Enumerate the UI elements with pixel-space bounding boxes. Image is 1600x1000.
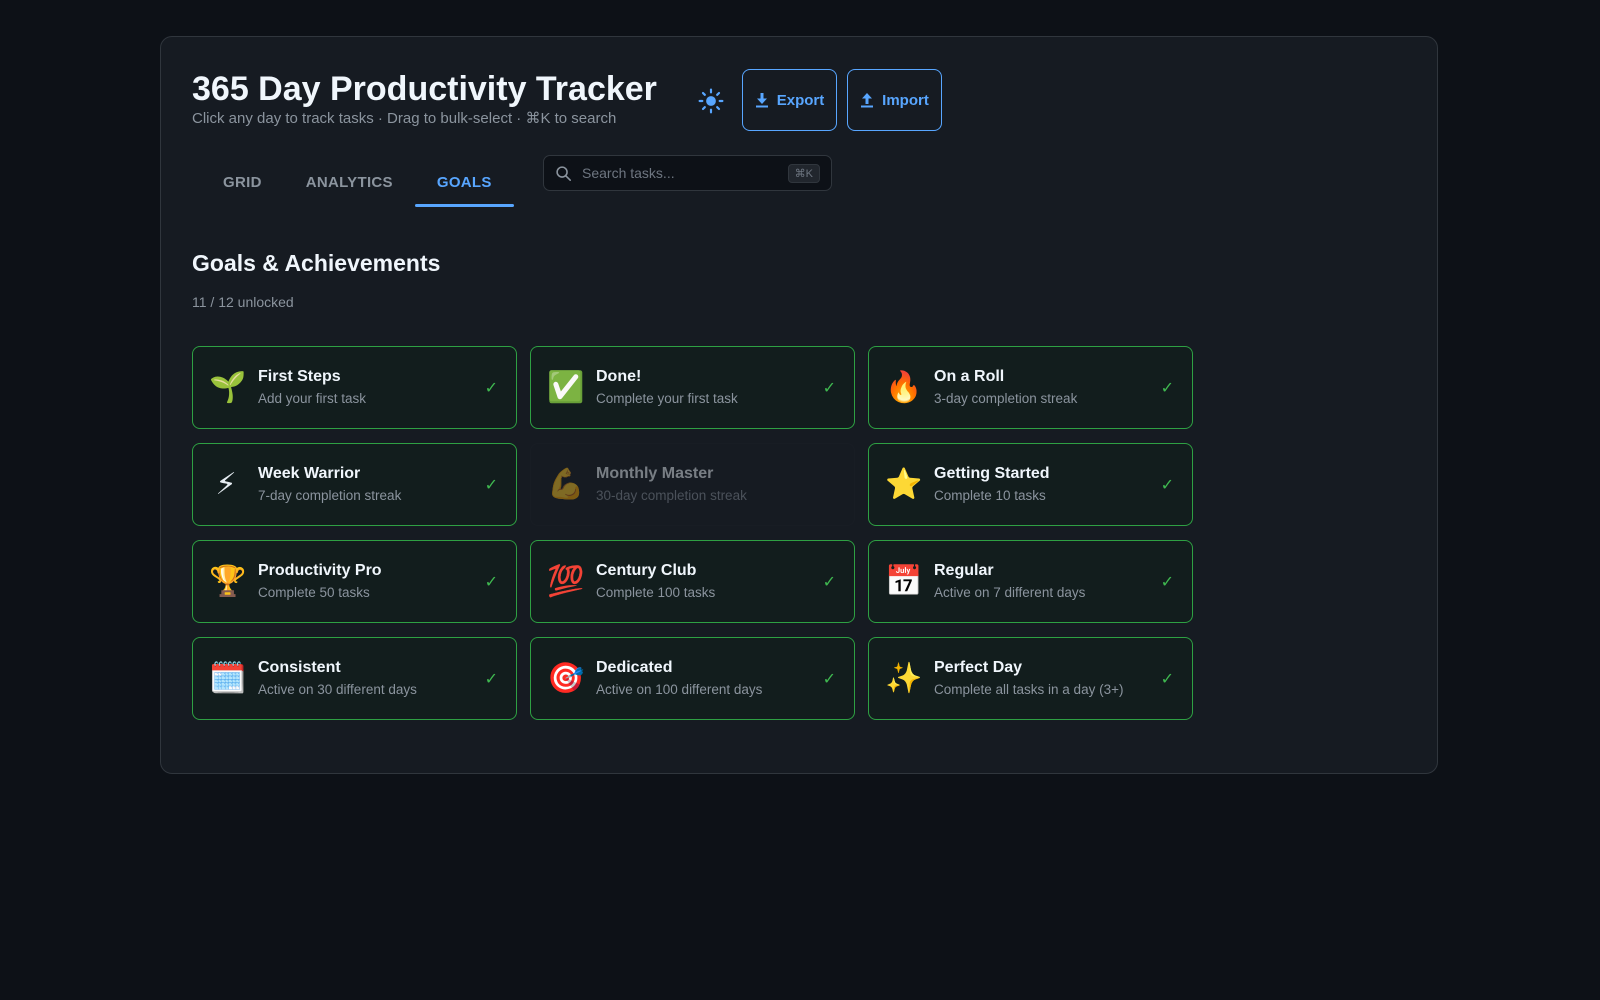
achievement-name: Dedicated [596, 659, 673, 676]
checkmark-icon: ✓ [822, 379, 836, 397]
achievement-name: Getting Started [934, 465, 1050, 482]
achievement-text: Regular Active on 7 different days [934, 560, 1161, 603]
checkmark-icon: ✓ [1160, 379, 1174, 397]
achievement-description: 3-day completion streak [934, 391, 1078, 406]
checkmark-icon: ✓ [822, 573, 836, 591]
achievement-card[interactable]: ✅ Done! Complete your first task ✓ [530, 346, 855, 429]
checkmark-icon: ✓ [484, 573, 498, 591]
achievement-description: Active on 30 different days [258, 682, 417, 697]
import-button[interactable]: Import [847, 69, 942, 131]
search-box: ⌘K [543, 155, 832, 191]
sparkles-icon: ✨ [885, 661, 923, 695]
achievement-card[interactable]: ⚡ Week Warrior 7-day completion streak ✓ [192, 443, 517, 526]
achievement-description: Active on 7 different days [934, 585, 1086, 600]
achievement-description: 30-day completion streak [596, 488, 747, 503]
fire-icon: 🔥 [885, 370, 923, 404]
achievement-text: Getting Started Complete 10 tasks [934, 463, 1161, 506]
achievement-description: Complete 100 tasks [596, 585, 716, 600]
achievement-text: Perfect Day Complete all tasks in a day (… [934, 657, 1161, 700]
spiral-calendar-icon: 🗓️ [209, 661, 247, 695]
checkmark-icon: ✓ [1160, 670, 1174, 688]
achievement-card[interactable]: 🔥 On a Roll 3-day completion streak ✓ [868, 346, 1193, 429]
achievement-name: First Steps [258, 368, 341, 385]
achievement-description: Active on 100 different days [596, 682, 763, 697]
page-title: 365 Day Productivity Tracker [192, 70, 657, 108]
seedling-icon: 🌱 [209, 370, 247, 404]
achievement-card[interactable]: 💯 Century Club Complete 100 tasks ✓ [530, 540, 855, 623]
achievement-name: Monthly Master [596, 465, 714, 482]
checkmark-icon: ✓ [1160, 476, 1174, 494]
achievement-description: Complete your first task [596, 391, 738, 406]
checkmark-icon: ✓ [1160, 573, 1174, 591]
search-shortcut-badge: ⌘K [787, 163, 820, 183]
hundred-points-icon: 💯 [547, 564, 585, 598]
achievement-description: 7-day completion streak [258, 488, 402, 503]
search-icon [556, 165, 572, 181]
achievement-card[interactable]: 🏆 Productivity Pro Complete 50 tasks ✓ [192, 540, 517, 623]
achievement-name: Perfect Day [934, 659, 1023, 676]
trophy-icon: 🏆 [209, 564, 247, 598]
goals-progress: 11 / 12 unlocked [192, 294, 294, 310]
achievement-text: Done! Complete your first task [596, 366, 823, 409]
achievement-card[interactable]: 📅 Regular Active on 7 different days ✓ [868, 540, 1193, 623]
achievement-name: Done! [596, 368, 642, 385]
achievement-card[interactable]: 💪 Monthly Master 30-day completion streak [530, 443, 855, 526]
achievement-name: Regular [934, 562, 994, 579]
header: 365 Day Productivity Tracker Click any d… [192, 67, 657, 129]
check-mark-button-icon: ✅ [547, 370, 585, 404]
achievement-name: Productivity Pro [258, 562, 382, 579]
achievements-grid: 🌱 First Steps Add your first task ✓ ✅ Done! Co… [192, 346, 1193, 720]
achievement-text: Century Club Complete 100 tasks [596, 560, 823, 603]
tracker-panel: 365 Day Productivity Tracker Click any d… [160, 36, 1438, 774]
checkmark-icon: ✓ [484, 670, 498, 688]
checkmark-icon: ✓ [822, 670, 836, 688]
target-icon: 🎯 [547, 661, 585, 695]
export-label: Export [776, 91, 825, 109]
achievement-text: First Steps Add your first task [258, 366, 485, 409]
achievement-text: Week Warrior 7-day completion streak [258, 463, 485, 506]
achievement-name: Week Warrior [258, 465, 361, 482]
achievement-description: Add your first task [258, 391, 367, 406]
achievement-card[interactable]: ⭐ Getting Started Complete 10 tasks ✓ [868, 443, 1193, 526]
theme-toggle-button[interactable] [695, 85, 727, 117]
tab-grid[interactable]: GRID [201, 163, 284, 201]
star-icon: ⭐ [885, 467, 923, 501]
achievement-card[interactable]: ✨ Perfect Day Complete all tasks in a day … [868, 637, 1193, 720]
achievement-name: Century Club [596, 562, 697, 579]
achievement-description: Complete 50 tasks [258, 585, 370, 600]
achievement-card[interactable]: 🗓️ Consistent Active on 30 different days ✓ [192, 637, 517, 720]
page-subtitle: Click any day to track tasks · Drag to b… [192, 110, 617, 127]
download-icon [755, 93, 768, 108]
achievement-name: Consistent [258, 659, 341, 676]
achievement-text: On a Roll 3-day completion streak [934, 366, 1161, 409]
lightning-icon: ⚡ [215, 467, 237, 501]
achievement-description: Complete 10 tasks [934, 488, 1046, 503]
flexed-biceps-icon: 💪 [547, 467, 585, 501]
tab-goals[interactable]: GOALS [414, 163, 514, 207]
sun-icon [698, 88, 724, 114]
achievement-card[interactable]: 🌱 First Steps Add your first task ✓ [192, 346, 517, 429]
calendar-icon: 📅 [885, 564, 923, 598]
achievement-text: Monthly Master 30-day completion streak [596, 463, 836, 506]
view-tabs: GRID ANALYTICS GOALS [201, 163, 514, 207]
achievement-card[interactable]: 🎯 Dedicated Active on 100 different days ✓ [530, 637, 855, 720]
import-label: Import [882, 91, 929, 109]
achievement-text: Productivity Pro Complete 50 tasks [258, 560, 485, 603]
achievement-description: Complete all tasks in a day (3+) [934, 682, 1124, 697]
achievement-text: Consistent Active on 30 different days [258, 657, 485, 700]
checkmark-icon: ✓ [484, 476, 498, 494]
export-button[interactable]: Export [742, 69, 837, 131]
upload-icon [861, 93, 874, 108]
achievement-name: On a Roll [934, 368, 1005, 385]
search-input[interactable] [580, 164, 780, 182]
tab-analytics[interactable]: ANALYTICS [284, 163, 415, 201]
goals-section-title: Goals & Achievements [192, 250, 441, 276]
achievement-text: Dedicated Active on 100 different days [596, 657, 823, 700]
checkmark-icon: ✓ [484, 379, 498, 397]
